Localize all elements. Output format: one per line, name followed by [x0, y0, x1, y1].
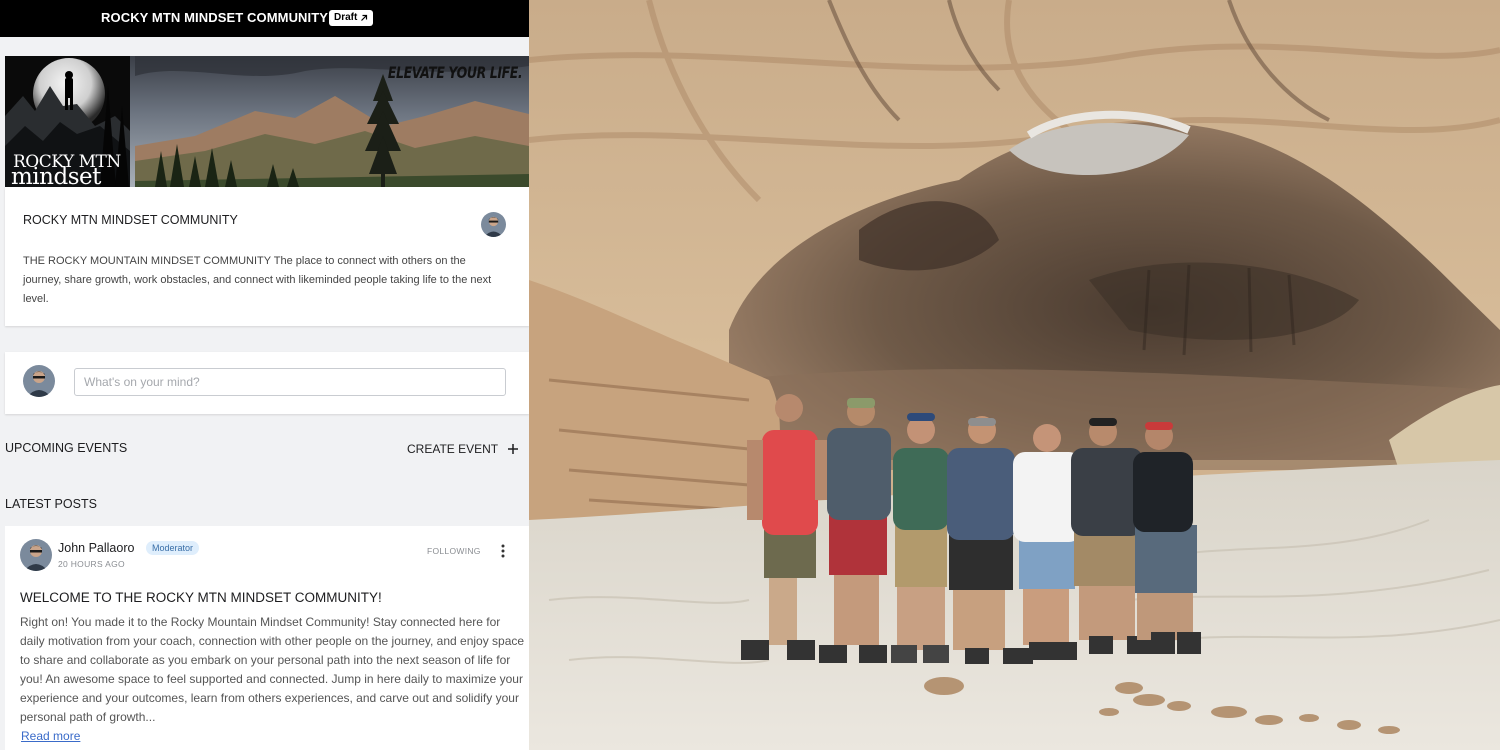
post-body: Right on! You made it to the Rocky Mount… [20, 615, 525, 724]
upcoming-events-heading: UPCOMING EVENTS [5, 441, 128, 455]
hikers-arch-photo [529, 0, 1500, 750]
author-avatar[interactable] [20, 539, 52, 571]
community-banner: ROCKY MTN mindset ELEVATE YOUR LIFE. [5, 56, 529, 187]
post-composer [5, 352, 529, 414]
plus-icon [508, 444, 519, 454]
create-event-button[interactable]: CREATE EVENT [407, 441, 519, 457]
community-panel: ROCKY MTN MINDSET COMMUNITY Draft ROCKY … [0, 0, 529, 750]
read-more-link[interactable]: Read more [21, 729, 80, 743]
post-title[interactable]: WELCOME TO THE ROCKY MTN MINDSET COMMUNI… [20, 590, 382, 605]
community-name: ROCKY MTN MINDSET COMMUNITY [23, 213, 238, 227]
latest-posts-heading: LATEST POSTS [5, 497, 97, 511]
external-arrow-icon [361, 14, 368, 21]
following-button[interactable]: FOLLOWING [427, 546, 481, 556]
owner-avatar[interactable] [481, 212, 506, 237]
community-title: ROCKY MTN MINDSET COMMUNITY [101, 10, 329, 25]
create-event-label: CREATE EVENT [407, 442, 499, 456]
post-timestamp: 20 HOURS AGO [58, 559, 125, 569]
banner-logo-bottom: mindset [11, 164, 101, 187]
draft-label: Draft [334, 12, 358, 23]
community-info-card: ROCKY MTN MINDSET COMMUNITY THE ROCKY MO… [5, 187, 529, 326]
banner-tagline: ELEVATE YOUR LIFE. [387, 63, 523, 82]
current-user-avatar [23, 365, 55, 397]
top-bar: ROCKY MTN MINDSET COMMUNITY Draft [0, 0, 529, 37]
moderator-badge: Moderator [146, 541, 200, 555]
community-description: THE ROCKY MOUNTAIN MINDSET COMMUNITY The… [23, 255, 492, 305]
whats-on-your-mind-input[interactable] [74, 368, 506, 396]
more-options-icon[interactable] [497, 544, 509, 558]
draft-badge[interactable]: Draft [329, 10, 374, 26]
post-card: John Pallaoro Moderator 20 HOURS AGO FOL… [5, 526, 529, 750]
post-author-name[interactable]: John Pallaoro [58, 541, 134, 555]
